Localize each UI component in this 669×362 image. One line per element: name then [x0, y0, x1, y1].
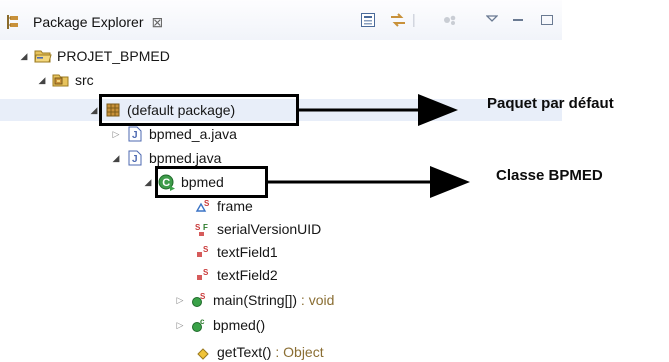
annotation-class: Classe BPMED: [496, 167, 603, 184]
default-package-arrow: [299, 94, 458, 126]
class-arrow: [268, 166, 470, 198]
annotation-default-package: Paquet par défaut: [487, 95, 614, 112]
